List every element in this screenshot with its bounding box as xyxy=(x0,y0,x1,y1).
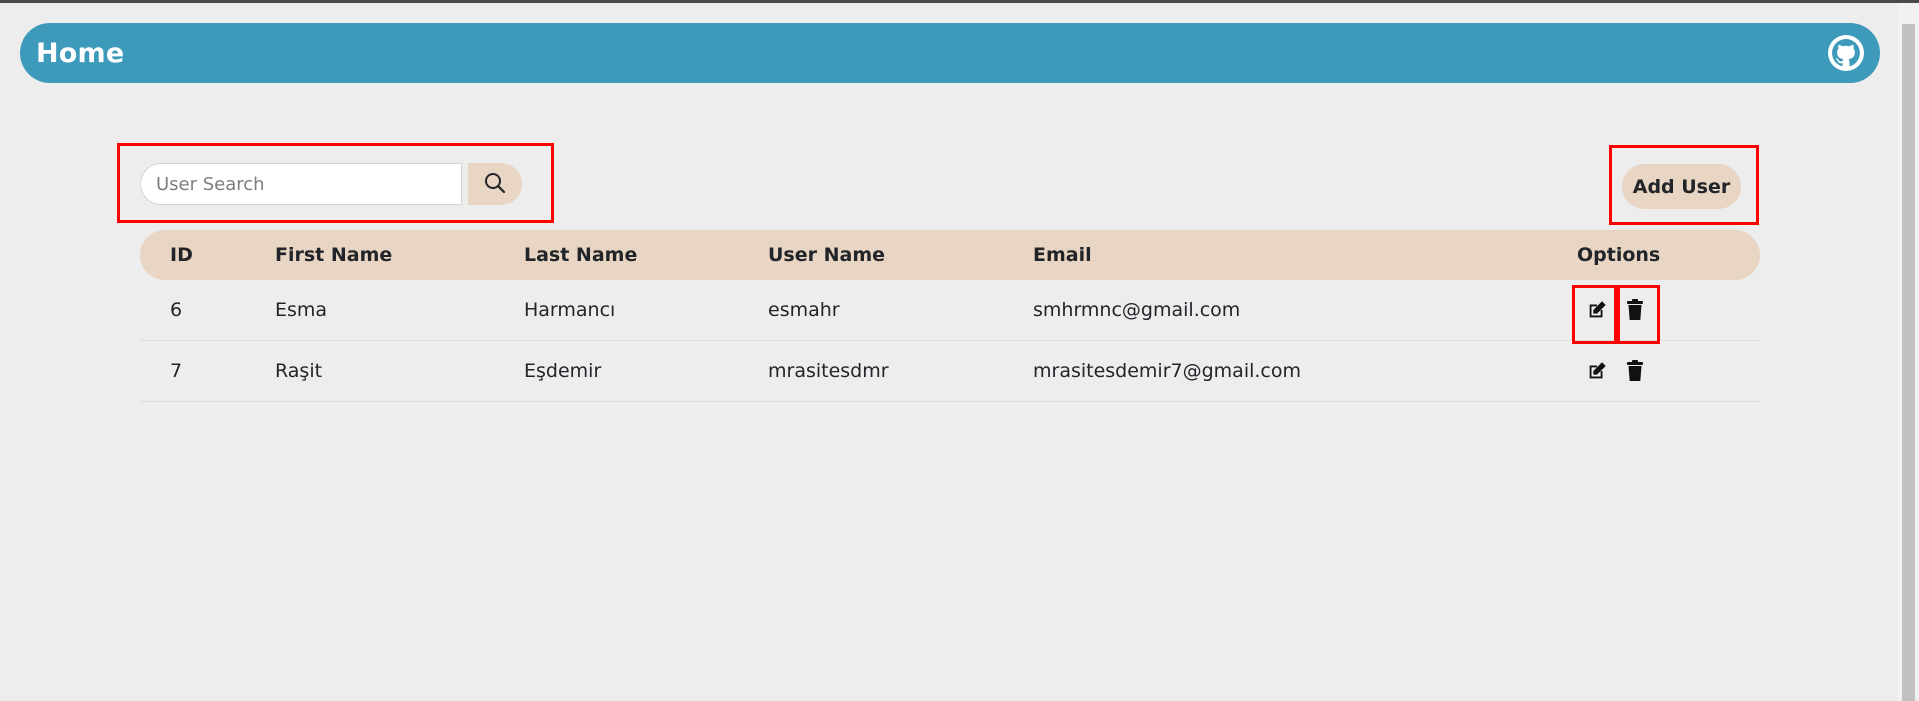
github-icon[interactable] xyxy=(1828,35,1864,71)
edit-icon[interactable] xyxy=(1582,356,1612,386)
cell-last-name: Harmancı xyxy=(524,299,616,321)
header-email: Email xyxy=(1033,244,1092,266)
cell-first-name: Raşit xyxy=(275,360,323,382)
cell-id: 7 xyxy=(170,360,183,382)
highlight-delete xyxy=(1617,285,1660,344)
header-first-name: First Name xyxy=(275,244,393,266)
users-table: ID First Name Last Name User Name Email … xyxy=(140,230,1760,402)
header-id: ID xyxy=(170,244,193,266)
vertical-scrollbar[interactable] xyxy=(1898,3,1919,701)
header-user-name: User Name xyxy=(768,244,886,266)
highlight-edit xyxy=(1572,285,1617,344)
row-options xyxy=(1582,341,1650,401)
highlight-add-user xyxy=(1609,145,1759,225)
header-options: Options xyxy=(1577,244,1661,266)
window-top-border xyxy=(0,0,1919,3)
cell-id: 6 xyxy=(170,299,183,321)
table-row: 6 Esma Harmancı esmahr smhrmnc@gmail.com xyxy=(140,280,1760,341)
highlight-search xyxy=(117,143,554,223)
cell-user-name: esmahr xyxy=(768,299,840,321)
cell-last-name: Eşdemir xyxy=(524,360,602,382)
cell-email: smhrmnc@gmail.com xyxy=(1033,299,1241,321)
navbar: Home xyxy=(20,23,1880,83)
cell-user-name: mrasitesdmr xyxy=(768,360,889,382)
table-row: 7 Raşit Eşdemir mrasitesdmr mrasitesdemi… xyxy=(140,341,1760,402)
navbar-brand[interactable]: Home xyxy=(36,38,124,69)
header-last-name: Last Name xyxy=(524,244,638,266)
cell-email: mrasitesdemir7@gmail.com xyxy=(1033,360,1302,382)
table-header: ID First Name Last Name User Name Email … xyxy=(140,230,1760,280)
cell-first-name: Esma xyxy=(275,299,328,321)
trash-icon[interactable] xyxy=(1620,356,1650,386)
scrollbar-thumb[interactable] xyxy=(1902,24,1915,701)
